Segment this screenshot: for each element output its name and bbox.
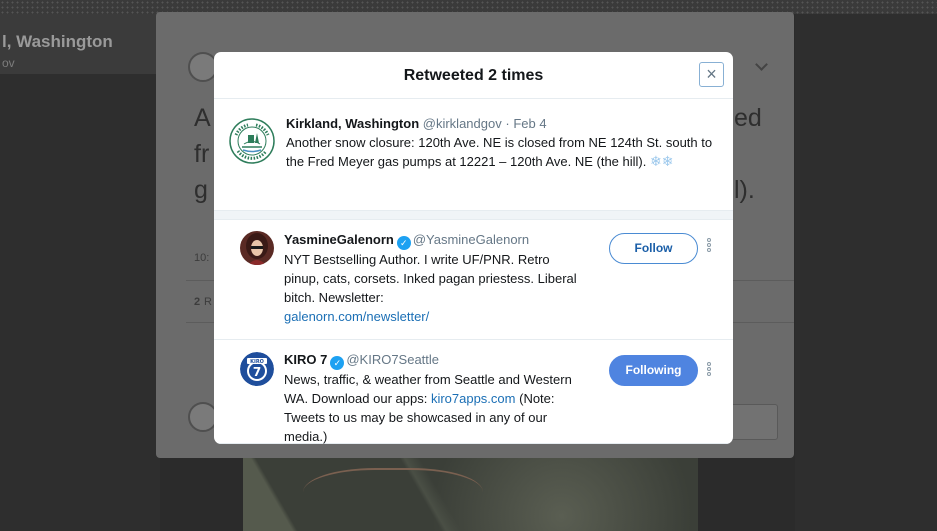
background-right-panel [795,14,937,531]
original-tweet-body: Kirkland, Washington @kirklandgov · Feb … [286,114,721,171]
user-name[interactable]: YasmineGalenorn [284,232,394,247]
user-name[interactable]: KIRO 7 [284,352,327,367]
dialog-title: Retweeted 2 times [403,67,544,84]
retweeted-by-dialog: Retweeted 2 times × Kirkland, Washington… [214,52,733,444]
more-options-icon[interactable] [706,238,714,253]
dialog-header: Retweeted 2 times × [214,52,733,99]
close-icon: × [706,64,717,84]
user-info: KIRO 7 ✓ @KIRO7Seattle News, traffic, & we… [284,350,584,444]
separator-dot: · [505,116,510,131]
avatar-label: 7 [253,365,261,379]
map-road [303,468,483,528]
background-left-panel [0,74,160,531]
background-text-fragment: fr [194,140,210,168]
following-button[interactable]: Following [609,355,698,386]
section-separator [214,211,733,220]
avatar[interactable]: KIRO 7 [240,352,274,386]
background-profile-header: l, Washington ov [0,14,160,74]
background-profile-handle: ov [2,56,15,70]
snowflake-icon: ❄❄ [649,153,674,169]
author-handle[interactable]: @kirklandgov [423,116,502,131]
background-text-fragment: l). [734,176,755,204]
background-text-fragment: ed [734,104,762,132]
tweet-date[interactable]: Feb 4 [513,116,546,131]
user-bio: News, traffic, & weather from Seattle an… [284,370,584,444]
user-handle[interactable]: @KIRO7Seattle [346,352,439,367]
background-profile-name: l, Washington [2,32,113,51]
original-tweet[interactable]: Kirkland, Washington @kirklandgov · Feb … [214,99,733,211]
author-name[interactable]: Kirkland, Washington [286,116,419,131]
close-button[interactable]: × [699,62,724,87]
tweet-text: Another snow closure: 120th Ave. NE is c… [286,135,713,169]
follow-button[interactable]: Follow [609,233,698,264]
background-text-fragment: A [194,104,211,132]
more-options-icon[interactable] [706,362,714,377]
list-item[interactable]: KIRO 7 KIRO 7 ✓ @KIRO7Seattle News, traffi… [214,340,733,444]
background-text-fragment: g [194,176,208,204]
user-info: YasmineGalenorn ✓ @YasmineGalenorn NYT Bes… [284,230,584,326]
background-reply-box [728,404,778,440]
verified-badge-icon: ✓ [396,236,411,250]
bio-link[interactable]: kiro7apps.com [431,391,516,406]
background-retweet-label: R [204,296,212,308]
user-handle[interactable]: @YasmineGalenorn [413,232,529,247]
chevron-down-icon [755,58,768,71]
background-timestamp: 10: [194,252,210,264]
bio-link[interactable]: galenorn.com/newsletter/ [284,307,584,326]
background-map-image [243,458,698,531]
list-item[interactable]: YasmineGalenorn ✓ @YasmineGalenorn NYT Bes… [214,220,733,340]
city-seal-icon [228,117,276,165]
background-retweet-count: 2 [194,296,201,308]
avatar[interactable] [240,231,274,265]
verified-badge-icon: ✓ [330,356,345,370]
user-bio: NYT Bestselling Author. I write UF/PNR. … [284,252,577,305]
